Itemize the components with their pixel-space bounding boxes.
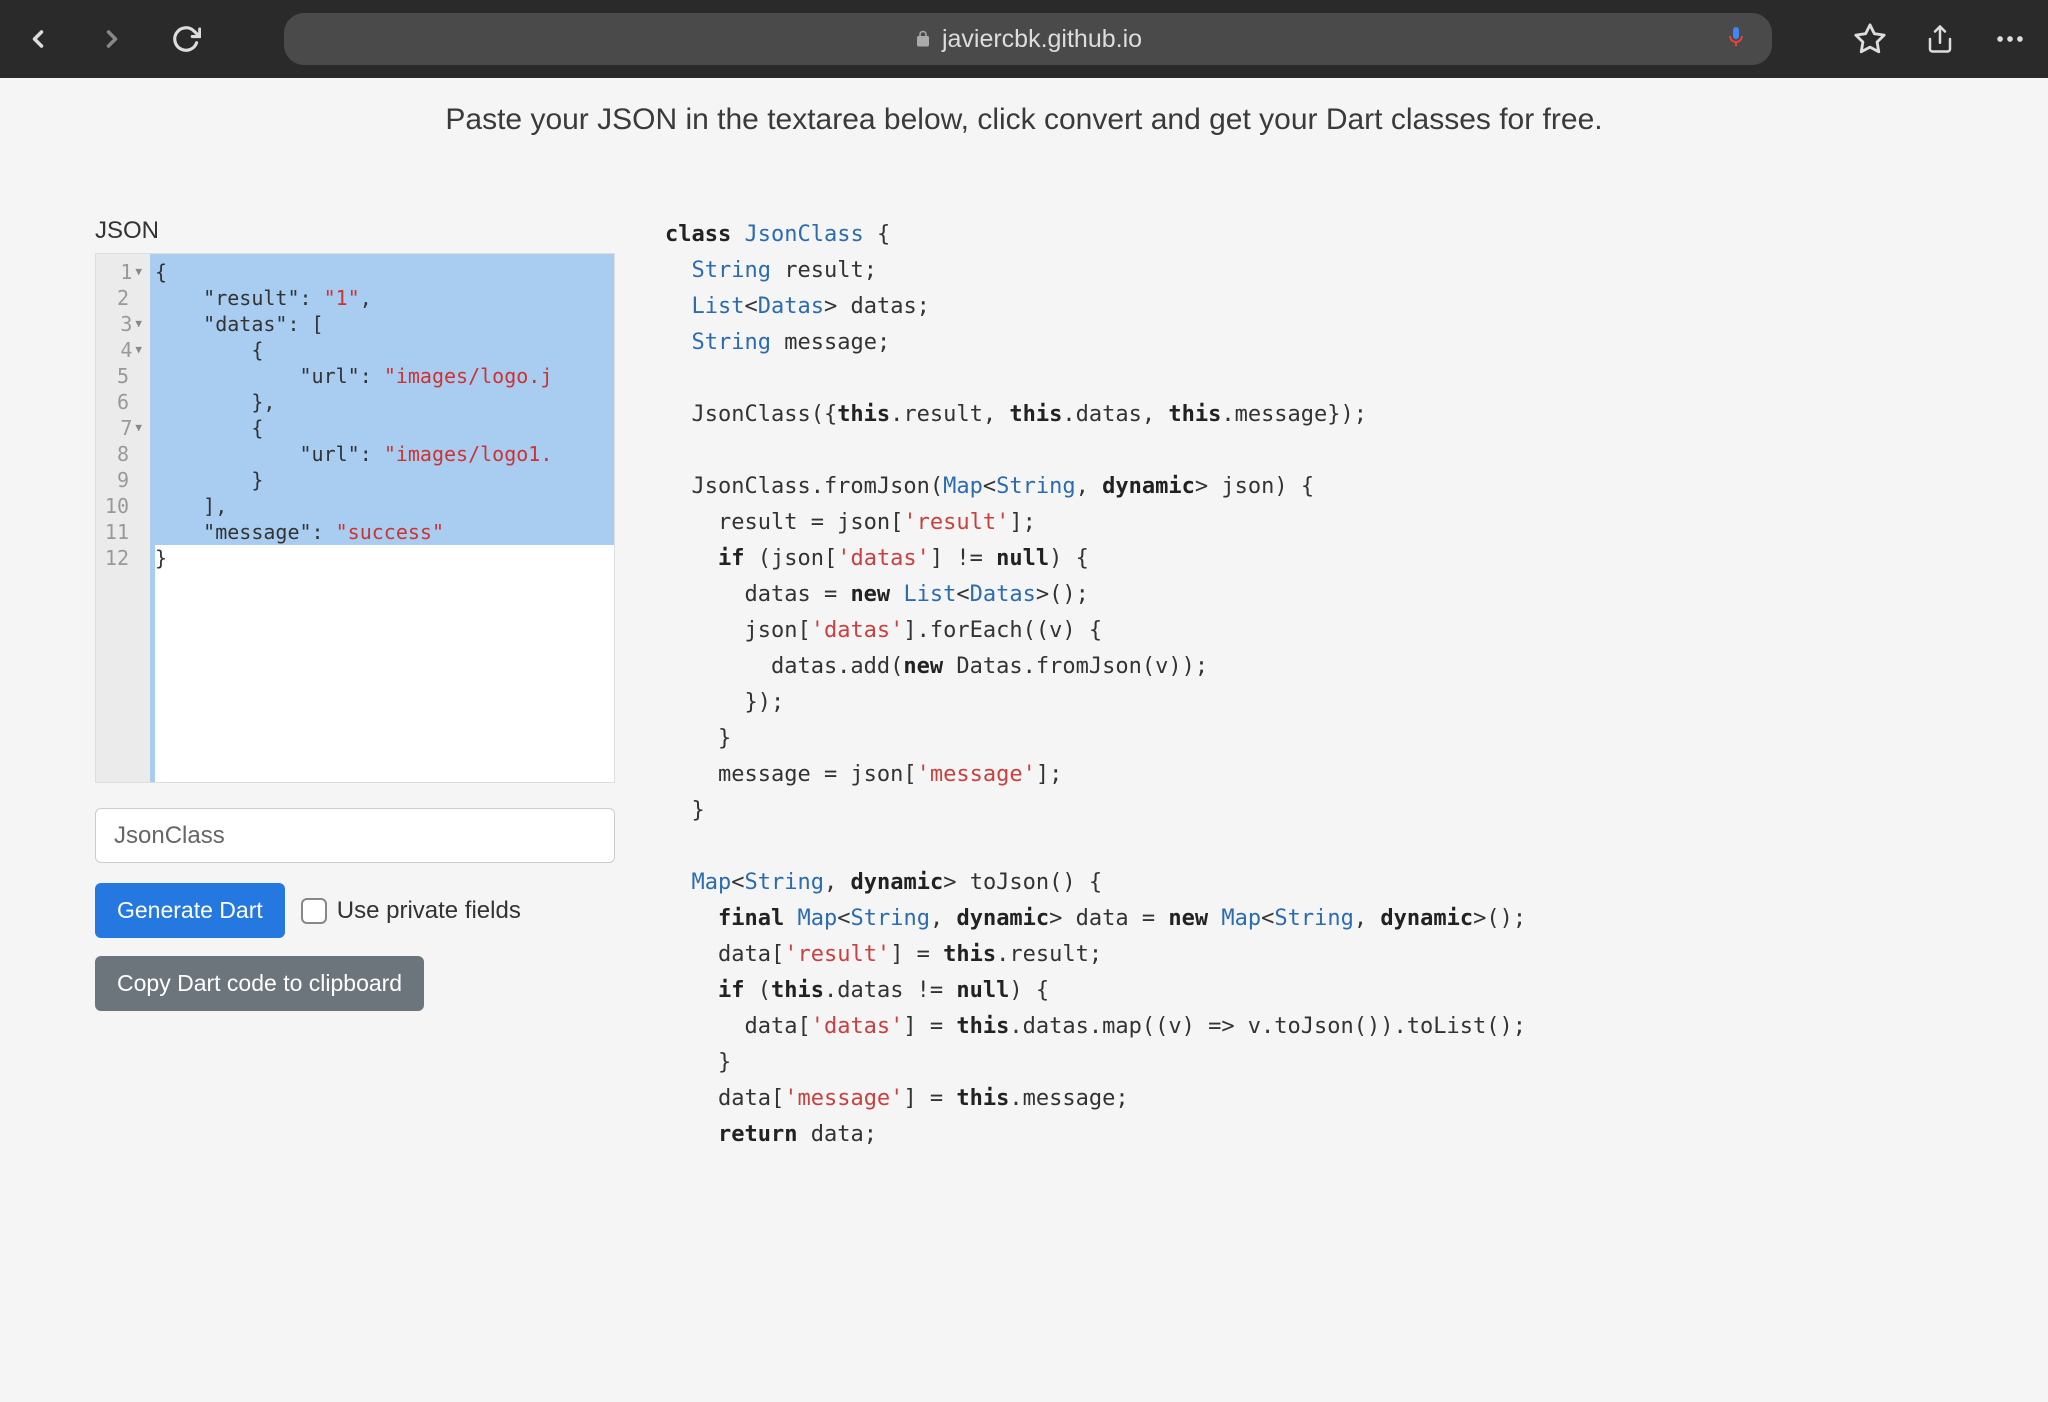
code-line: "message": "success"	[155, 519, 614, 545]
browser-right-icons	[1852, 21, 2028, 57]
code-line: "result": "1",	[155, 285, 614, 311]
code-line: {	[155, 415, 614, 441]
copy-clipboard-button[interactable]: Copy Dart code to clipboard	[95, 956, 424, 1011]
code-line: ],	[155, 493, 614, 519]
browser-toolbar: javiercbk.github.io	[0, 0, 2048, 78]
gutter-line: 4▼	[100, 337, 142, 363]
controls-row: Generate Dart Use private fields	[95, 883, 615, 938]
dart-line: if (json['datas'] != null) {	[665, 541, 1953, 577]
share-button[interactable]	[1922, 21, 1958, 57]
columns: JSON 1▼23▼4▼567▼89101112 { "result": "1"…	[40, 217, 2008, 1153]
dart-line: JsonClass({this.result, this.datas, this…	[665, 397, 1953, 433]
dart-line	[665, 829, 1953, 865]
page-headline: Paste your JSON in the textarea below, c…	[40, 103, 2008, 137]
json-editor[interactable]: 1▼23▼4▼567▼89101112 { "result": "1", "da…	[95, 253, 615, 783]
gutter-line: 2	[100, 285, 142, 311]
json-code-area[interactable]: { "result": "1", "datas": [ { "url": "im…	[150, 254, 614, 782]
reload-button[interactable]	[168, 21, 204, 57]
left-column: JSON 1▼23▼4▼567▼89101112 { "result": "1"…	[95, 217, 615, 1153]
bookmark-button[interactable]	[1852, 21, 1888, 57]
lock-icon	[914, 30, 932, 48]
url-text: javiercbk.github.io	[942, 25, 1142, 54]
dart-line: class JsonClass {	[665, 217, 1953, 253]
gutter-line: 7▼	[100, 415, 142, 441]
dart-line: result = json['result'];	[665, 505, 1953, 541]
code-line: "datas": [	[155, 311, 614, 337]
dart-line: }	[665, 793, 1953, 829]
code-line: {	[155, 337, 614, 363]
code-line: }	[155, 545, 614, 571]
dart-line: if (this.datas != null) {	[665, 973, 1953, 1009]
dart-line	[665, 361, 1953, 397]
private-fields-checkbox[interactable]	[301, 898, 327, 924]
class-name-input[interactable]	[95, 808, 615, 863]
dart-line: Map<String, dynamic> toJson() {	[665, 865, 1953, 901]
gutter-line: 5	[100, 363, 142, 389]
forward-button[interactable]	[94, 21, 130, 57]
dart-line: });	[665, 685, 1953, 721]
dart-line: final Map<String, dynamic> data = new Ma…	[665, 901, 1953, 937]
mic-icon[interactable]	[1724, 25, 1748, 54]
gutter-line: 10	[100, 493, 142, 519]
right-column: class JsonClass { String result; List<Da…	[665, 217, 1953, 1153]
nav-button-group	[20, 21, 204, 57]
gutter-line: 1▼	[100, 259, 142, 285]
code-line: "url": "images/logo1.	[155, 441, 614, 467]
gutter-line: 12	[100, 545, 142, 571]
more-button[interactable]	[1992, 21, 2028, 57]
dart-line: data['datas'] = this.datas.map((v) => v.…	[665, 1009, 1953, 1045]
dart-line: }	[665, 1045, 1953, 1081]
gutter-line: 8	[100, 441, 142, 467]
dart-line: datas = new List<Datas>();	[665, 577, 1953, 613]
gutter-line: 11	[100, 519, 142, 545]
dart-line	[665, 433, 1953, 469]
fold-marker-icon[interactable]: ▼	[135, 311, 142, 337]
generate-dart-button[interactable]: Generate Dart	[95, 883, 285, 938]
fold-marker-icon[interactable]: ▼	[135, 415, 142, 441]
page-content: Paste your JSON in the textarea below, c…	[0, 78, 2048, 1178]
fold-marker-icon[interactable]: ▼	[135, 337, 142, 363]
back-button[interactable]	[20, 21, 56, 57]
dart-line: String result;	[665, 253, 1953, 289]
dart-line: data['result'] = this.result;	[665, 937, 1953, 973]
code-line: }	[155, 467, 614, 493]
address-bar[interactable]: javiercbk.github.io	[284, 13, 1772, 65]
dart-line: data['message'] = this.message;	[665, 1081, 1953, 1117]
dart-line: message = json['message'];	[665, 757, 1953, 793]
dart-line: }	[665, 721, 1953, 757]
dart-line: List<Datas> datas;	[665, 289, 1953, 325]
private-fields-label: Use private fields	[337, 897, 521, 925]
gutter-line: 9	[100, 467, 142, 493]
gutter-line: 6	[100, 389, 142, 415]
fold-marker-icon[interactable]: ▼	[135, 259, 142, 285]
dart-line: JsonClass.fromJson(Map<String, dynamic> …	[665, 469, 1953, 505]
dart-output[interactable]: class JsonClass { String result; List<Da…	[665, 217, 1953, 1153]
code-line: {	[155, 259, 614, 285]
json-section-label: JSON	[95, 217, 615, 245]
gutter: 1▼23▼4▼567▼89101112	[96, 254, 150, 782]
dart-line: return data;	[665, 1117, 1953, 1153]
gutter-line: 3▼	[100, 311, 142, 337]
dart-line: datas.add(new Datas.fromJson(v));	[665, 649, 1953, 685]
code-line: "url": "images/logo.j	[155, 363, 614, 389]
dart-line: json['datas'].forEach((v) {	[665, 613, 1953, 649]
code-line: },	[155, 389, 614, 415]
dart-line: String message;	[665, 325, 1953, 361]
private-fields-option[interactable]: Use private fields	[301, 897, 521, 925]
